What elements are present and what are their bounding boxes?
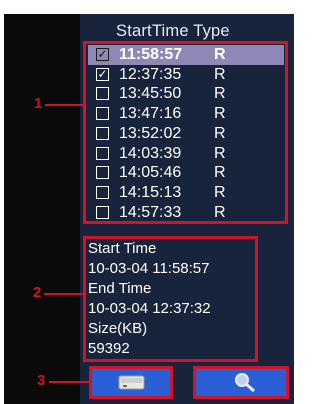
file-row[interactable]: ✓ 11:58:57 R xyxy=(88,45,284,65)
file-start-time: 12:37:35 xyxy=(119,65,182,83)
end-time-label: End Time xyxy=(88,280,152,297)
end-time-value: 10-03-04 12:37:32 xyxy=(88,300,211,317)
playback-screen: StartTime Type ✓ 11:58:57 R ✓ 12:37:35 R 13:45… xyxy=(0,0,299,404)
header-type: Type xyxy=(193,22,230,40)
file-checkbox[interactable] xyxy=(96,205,109,219)
backup-button[interactable] xyxy=(89,366,173,399)
file-start-time: 11:58:57 xyxy=(119,46,183,63)
file-start-time: 13:47:16 xyxy=(119,105,182,123)
file-checkbox[interactable] xyxy=(96,166,109,180)
file-type: R xyxy=(214,144,226,162)
size-value: 59392 xyxy=(88,340,130,357)
file-row[interactable]: 14:05:46 R xyxy=(88,163,284,183)
search-button[interactable] xyxy=(193,366,289,399)
file-checkbox[interactable] xyxy=(96,107,109,121)
list-header: StartTime Type xyxy=(116,22,230,41)
callout-3-number: 3 xyxy=(37,372,46,389)
start-time-value: 10-03-04 11:58:57 xyxy=(88,260,210,277)
magnifier-icon xyxy=(235,373,255,393)
file-start-time: 14:03:39 xyxy=(119,144,182,162)
file-start-time: 14:15:13 xyxy=(119,183,182,201)
header-starttime: StartTime xyxy=(116,22,189,40)
file-row[interactable]: 13:45:50 R xyxy=(88,84,284,104)
file-checkbox[interactable]: ✓ xyxy=(96,48,109,61)
size-label: Size(KB) xyxy=(88,320,148,337)
callout-1-line xyxy=(45,104,83,106)
file-list: ✓ 11:58:57 R ✓ 12:37:35 R 13:45:50 R 13:47:16 R 13… xyxy=(83,41,288,224)
callout-2-number: 2 xyxy=(33,284,42,301)
file-type: R xyxy=(214,164,226,182)
file-row[interactable]: 14:57:33 R xyxy=(88,203,284,223)
file-type: R xyxy=(214,183,226,201)
file-type: R xyxy=(214,203,226,221)
file-checkbox[interactable] xyxy=(96,87,109,101)
file-row[interactable]: 14:15:13 R xyxy=(88,183,284,203)
file-checkbox[interactable] xyxy=(96,146,109,160)
file-start-time: 13:45:50 xyxy=(119,85,182,103)
hard-drive-icon xyxy=(118,375,145,390)
file-start-time: 14:57:33 xyxy=(119,203,182,221)
file-type: R xyxy=(214,46,226,63)
callout-3-line xyxy=(49,381,89,383)
start-time-label: Start Time xyxy=(88,240,157,257)
file-checkbox[interactable] xyxy=(96,126,109,140)
file-checkbox[interactable] xyxy=(96,185,109,199)
file-type: R xyxy=(214,105,226,123)
file-type: R xyxy=(214,85,226,103)
callout-2-line xyxy=(44,293,83,295)
file-checkbox[interactable]: ✓ xyxy=(96,67,109,81)
video-area xyxy=(4,14,80,404)
file-start-time: 14:05:46 xyxy=(119,164,182,182)
file-info: Start Time 10-03-04 11:58:57 End Time 10… xyxy=(83,236,258,362)
file-row[interactable]: 13:52:02 R xyxy=(88,124,284,144)
file-row[interactable]: ✓ 12:37:35 R xyxy=(88,65,284,85)
file-start-time: 13:52:02 xyxy=(119,124,182,142)
callout-1-number: 1 xyxy=(34,95,43,112)
file-type: R xyxy=(214,124,226,142)
file-row[interactable]: 13:47:16 R xyxy=(88,104,284,124)
file-type: R xyxy=(214,65,226,83)
file-row[interactable]: 14:03:39 R xyxy=(88,144,284,164)
